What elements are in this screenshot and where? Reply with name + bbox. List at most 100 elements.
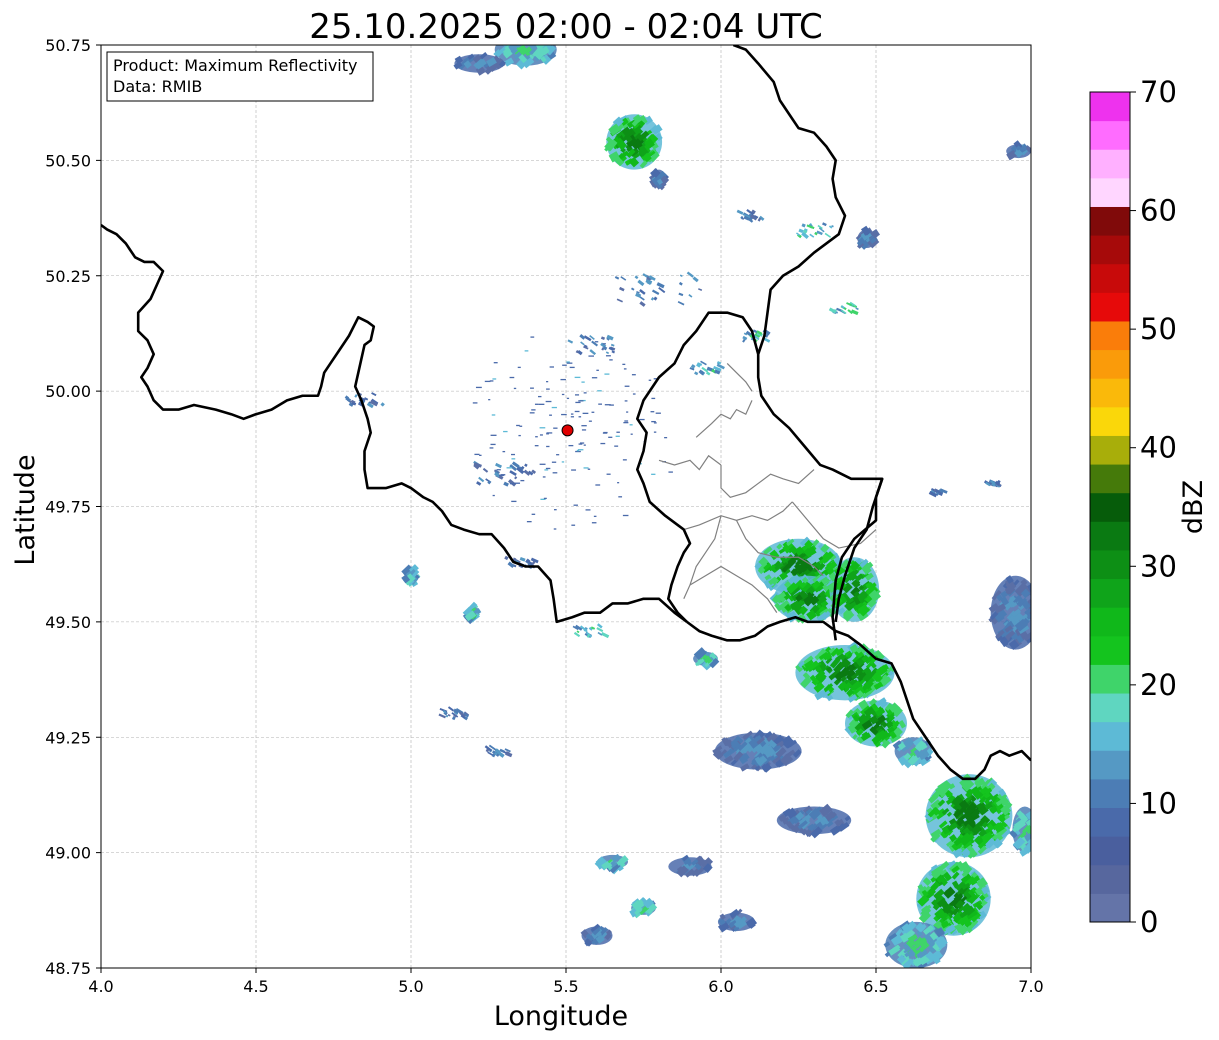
echo-pixel [561, 393, 565, 396]
colorbar-segment [1090, 521, 1130, 551]
echo-pixel [651, 473, 656, 475]
x-tick-label: 4.5 [243, 977, 268, 996]
echo-pixel [591, 522, 597, 524]
echo-pixel [574, 410, 580, 413]
echo-pixel [531, 513, 536, 515]
echo-pixel [615, 435, 620, 437]
echo-pixel [632, 393, 636, 395]
echo-pixel [474, 453, 480, 456]
echo-pixel [630, 433, 633, 435]
echo-pixel [496, 469, 501, 471]
echo-pixel [556, 454, 560, 456]
colorbar-segment [1090, 177, 1130, 207]
echo-pixel [653, 422, 657, 424]
colorbar-segment [1090, 464, 1130, 494]
colorbar-tick-label: 20 [1140, 668, 1177, 702]
echo-pixel [553, 509, 557, 511]
echo-pixel [623, 368, 627, 370]
echo-pixel [639, 418, 645, 421]
echo-pixel [664, 436, 668, 439]
echo-pixel [530, 387, 534, 389]
y-tick-label: 50.00 [45, 382, 91, 401]
echo-pixel [517, 366, 521, 369]
echo-pixel [603, 431, 608, 434]
echo-pixel [551, 406, 557, 409]
echo-pixel [626, 411, 629, 413]
echo-pixel [545, 400, 552, 403]
colorbar-tick-label: 40 [1140, 431, 1177, 465]
echo-pixel [538, 403, 545, 405]
echo-pixel [472, 402, 478, 404]
y-tick-label: 50.25 [45, 267, 91, 286]
colorbar-segment [1090, 721, 1130, 751]
echo-pixel [549, 414, 552, 416]
echo-pixel [596, 369, 599, 371]
echo-pixel [653, 431, 657, 433]
y-tick-label: 50.50 [45, 151, 91, 170]
echo-pixel [561, 461, 565, 463]
echo-pixel [594, 341, 599, 343]
colorbar-segment [1090, 235, 1130, 265]
y-tick-label: 49.00 [45, 844, 91, 863]
colorbar-segment [1090, 635, 1130, 665]
colorbar-segment [1090, 149, 1130, 179]
colorbar-label: dBZ [1178, 480, 1209, 534]
echo-pixel [605, 355, 611, 357]
echo-pixel [614, 445, 619, 447]
echo-pixel [583, 392, 587, 394]
echo-pixel [479, 454, 482, 456]
colorbar-tick-label: 0 [1140, 905, 1158, 939]
colorbar-segment [1090, 807, 1130, 837]
x-tick-label: 6.0 [708, 977, 733, 996]
x-axis-label: Longitude [494, 1001, 628, 1032]
echo-pixel [538, 395, 542, 398]
colorbar-segment [1090, 607, 1130, 637]
echo-pixel [523, 471, 526, 473]
echo-pixel [568, 444, 574, 447]
echo-pixel [506, 467, 512, 469]
echo-pixel [503, 430, 508, 433]
colorbar-segment [1090, 349, 1130, 379]
echo-pixel [623, 421, 629, 424]
echo-pixel [492, 378, 497, 380]
colorbar-segment [1090, 836, 1130, 866]
y-tick-label: 49.25 [45, 728, 91, 747]
echo-pixel [624, 385, 630, 387]
echo-pixel [546, 380, 549, 383]
x-tick-label: 7.0 [1018, 977, 1043, 996]
echo-pixel [581, 381, 585, 383]
radar-map-figure: 25.10.2025 02:00 - 02:04 UTC 4.0 4.5 5.0 5.… [0, 0, 1219, 1040]
echo-pixel [543, 497, 547, 500]
echo-pixel [539, 427, 546, 429]
echo-pixel [624, 420, 629, 422]
colorbar-tick-label: 70 [1140, 75, 1177, 109]
echo-pixel [546, 388, 550, 390]
echo-pixel [553, 528, 557, 530]
echo-pixel [534, 403, 539, 405]
colorbar-segment [1090, 893, 1130, 923]
y-tick-label: 48.75 [45, 959, 91, 978]
echo-pixel [606, 473, 611, 475]
echo-pixel [566, 362, 573, 364]
echo-pixel [561, 413, 567, 416]
colorbar-segment [1090, 120, 1130, 150]
echo-pixel [484, 380, 491, 383]
echo-pixel [518, 434, 521, 437]
echo-pixel [622, 459, 627, 461]
echo-pixel [549, 366, 554, 368]
echo-pixel [622, 514, 629, 517]
echo-pixel [597, 390, 602, 392]
echo-pixel [531, 409, 536, 411]
echo-pixel [617, 482, 620, 484]
echo-pixel [516, 424, 520, 427]
colorbar-segment [1090, 578, 1130, 608]
echo-pixel [529, 412, 535, 414]
echo-pixel [524, 350, 529, 352]
colorbar [1089, 91, 1131, 923]
echo-pixel [574, 376, 581, 379]
echo-pixel [552, 472, 558, 474]
echo-pixel [578, 416, 582, 418]
colorbar-segment [1090, 693, 1130, 723]
echo-pixel [488, 399, 491, 401]
echo-pixel [530, 336, 535, 338]
